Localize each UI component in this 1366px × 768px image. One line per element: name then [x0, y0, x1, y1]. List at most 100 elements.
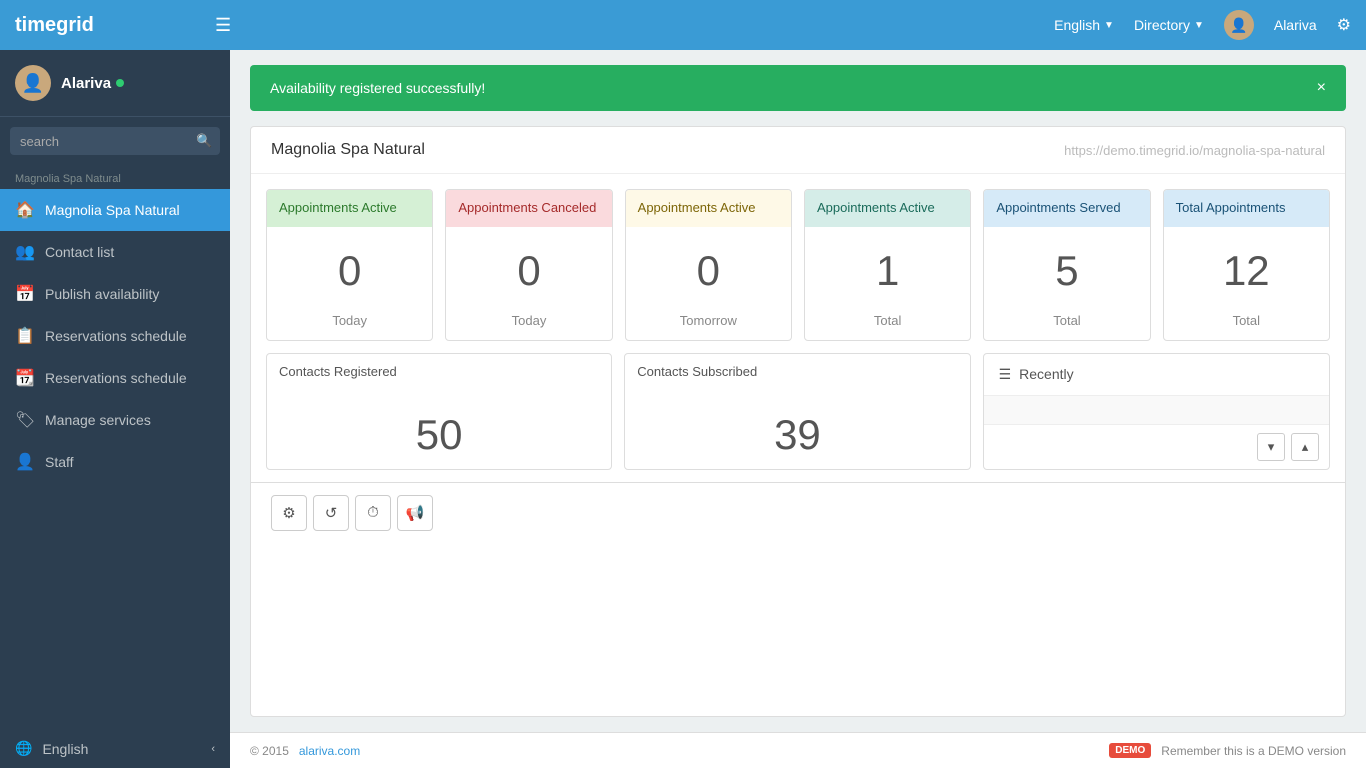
sidebar-item-label: Reservations schedule: [45, 370, 187, 386]
sidebar-item-services[interactable]: 🏷 Manage services: [0, 399, 230, 441]
stat-card-footer-4: Total: [984, 305, 1149, 340]
search-input[interactable]: [20, 134, 196, 149]
contact-card-body-0: 50: [267, 391, 611, 469]
sidebar: 👤 Alariva 🔍 Magnolia Spa Natural 🏠 Magno…: [0, 50, 230, 768]
stat-card-footer-0: Today: [267, 305, 432, 340]
reservations1-icon: 📋: [15, 326, 35, 346]
contact-card-body-1: 39: [625, 391, 969, 469]
copyright-text: © 2015: [250, 744, 289, 758]
user-avatar[interactable]: 👤: [1224, 10, 1254, 40]
publish-icon: 📅: [15, 284, 35, 304]
stat-card-5: Total Appointments 12 Total: [1163, 189, 1330, 341]
stat-card-body-4: 5: [984, 227, 1149, 305]
sidebar-username: Alariva: [61, 75, 111, 92]
stat-card-4: Appointments Served 5 Total: [983, 189, 1150, 341]
home-icon: 🏠: [15, 200, 35, 220]
stat-card-header-4: Appointments Served: [984, 190, 1149, 227]
stat-card-value-2: 0: [638, 247, 779, 295]
card-url: https://demo.timegrid.io/magnolia-spa-na…: [1064, 143, 1325, 158]
username-nav[interactable]: Alariva: [1274, 17, 1317, 33]
stat-card-body-5: 12: [1164, 227, 1329, 305]
contacts-icon: 👥: [15, 242, 35, 262]
settings-gear-icon[interactable]: ⚙: [1337, 15, 1351, 35]
stat-card-value-5: 12: [1176, 247, 1317, 295]
sidebar-item-label: Staff: [45, 454, 74, 470]
demo-footer-text: Remember this is a DEMO version: [1161, 744, 1346, 758]
language-caret: ▼: [1104, 20, 1114, 31]
stat-card-header-1: Appointments Canceled: [446, 190, 611, 227]
sidebar-language[interactable]: 🌐 English ‹: [0, 729, 230, 768]
sidebar-item-label: Publish availability: [45, 286, 159, 302]
toolbar-clock-button[interactable]: ⏱: [355, 495, 391, 531]
stat-card-3: Appointments Active 1 Total: [804, 189, 971, 341]
success-alert: Availability registered successfully! ×: [250, 65, 1346, 111]
top-navbar: timegrid ☰ English ▼ Directory ▼ 👤 Alari…: [0, 0, 1366, 50]
toolbar-refresh-button[interactable]: ↺: [313, 495, 349, 531]
stat-card-value-1: 0: [458, 247, 599, 295]
recently-list-icon: ☰: [999, 366, 1012, 383]
services-icon: 🏷: [15, 410, 35, 430]
dashboard-card: Magnolia Spa Natural https://demo.timegr…: [250, 126, 1346, 717]
main-content: Availability registered successfully! × …: [230, 50, 1366, 768]
contact-card-1: Contacts Subscribed 39: [624, 353, 970, 470]
contact-card-header-0: Contacts Registered: [267, 354, 611, 391]
directory-caret: ▼: [1194, 20, 1204, 31]
card-title: Magnolia Spa Natural: [271, 141, 425, 159]
stat-card-header-3: Appointments Active: [805, 190, 970, 227]
toolbar-broadcast-button[interactable]: 📢: [397, 495, 433, 531]
stat-card-header-5: Total Appointments: [1164, 190, 1329, 227]
language-icon: 🌐: [15, 740, 32, 757]
recently-down-button[interactable]: ▾: [1257, 433, 1285, 461]
toolbar-settings-button[interactable]: ⚙: [271, 495, 307, 531]
demo-badge: DEMO: [1109, 743, 1151, 758]
stat-card-value-0: 0: [279, 247, 420, 295]
search-icon: 🔍: [196, 133, 212, 149]
sidebar-search-container: 🔍: [0, 117, 230, 165]
recently-up-button[interactable]: ▴: [1291, 433, 1319, 461]
language-selector[interactable]: English ▼: [1054, 17, 1114, 33]
top-nav-right: English ▼ Directory ▼ 👤 Alariva ⚙: [1054, 10, 1351, 40]
recently-card-footer: ▾ ▴: [984, 424, 1329, 469]
stat-card-value-4: 5: [996, 247, 1137, 295]
recently-title: Recently: [1019, 366, 1073, 382]
sidebar-item-publish[interactable]: 📅 Publish availability: [0, 273, 230, 315]
stat-card-body-2: 0: [626, 227, 791, 305]
sidebar-item-contacts[interactable]: 👥 Contact list: [0, 231, 230, 273]
page-footer: © 2015 alariva.com DEMO Remember this is…: [230, 732, 1366, 768]
stat-card-header-2: Appointments Active: [626, 190, 791, 227]
alert-message: Availability registered successfully!: [270, 80, 485, 96]
contact-card-value-0: 50: [279, 411, 599, 459]
stat-card-header-0: Appointments Active: [267, 190, 432, 227]
recently-card-body: [984, 396, 1329, 424]
reservations2-icon: 📆: [15, 368, 35, 388]
stat-card-value-3: 1: [817, 247, 958, 295]
recently-card-header: ☰ Recently: [984, 354, 1329, 396]
sidebar-item-staff[interactable]: 👤 Staff: [0, 441, 230, 483]
second-row: Contacts Registered 50 Contacts Subscrib…: [251, 341, 1345, 482]
contact-card-header-1: Contacts Subscribed: [625, 354, 969, 391]
sidebar-item-reservations1[interactable]: 📋 Reservations schedule: [0, 315, 230, 357]
sidebar-lang-label: English: [42, 741, 88, 757]
stat-card-footer-2: Tomorrow: [626, 305, 791, 340]
contact-card-value-1: 39: [637, 411, 957, 459]
hamburger-icon[interactable]: ☰: [215, 15, 231, 36]
stat-card-body-0: 0: [267, 227, 432, 305]
stat-card-body-1: 0: [446, 227, 611, 305]
chevron-left-icon: ‹: [211, 743, 215, 755]
stat-card-footer-5: Total: [1164, 305, 1329, 340]
stat-card-footer-3: Total: [805, 305, 970, 340]
alert-close-button[interactable]: ×: [1317, 79, 1326, 97]
card-header: Magnolia Spa Natural https://demo.timegr…: [251, 127, 1345, 174]
sidebar-section-label: Magnolia Spa Natural: [0, 165, 230, 189]
stat-card-1: Appointments Canceled 0 Today: [445, 189, 612, 341]
recently-card: ☰ Recently ▾ ▴: [983, 353, 1330, 470]
sidebar-avatar: 👤: [15, 65, 51, 101]
sidebar-item-home[interactable]: 🏠 Magnolia Spa Natural: [0, 189, 230, 231]
sidebar-item-reservations2[interactable]: 📆 Reservations schedule: [0, 357, 230, 399]
brand-logo: timegrid: [15, 14, 215, 37]
footer-link[interactable]: alariva.com: [299, 744, 360, 758]
stat-card-0: Appointments Active 0 Today: [266, 189, 433, 341]
contact-card-0: Contacts Registered 50: [266, 353, 612, 470]
directory-selector[interactable]: Directory ▼: [1134, 17, 1204, 33]
sidebar-item-label: Magnolia Spa Natural: [45, 202, 180, 218]
